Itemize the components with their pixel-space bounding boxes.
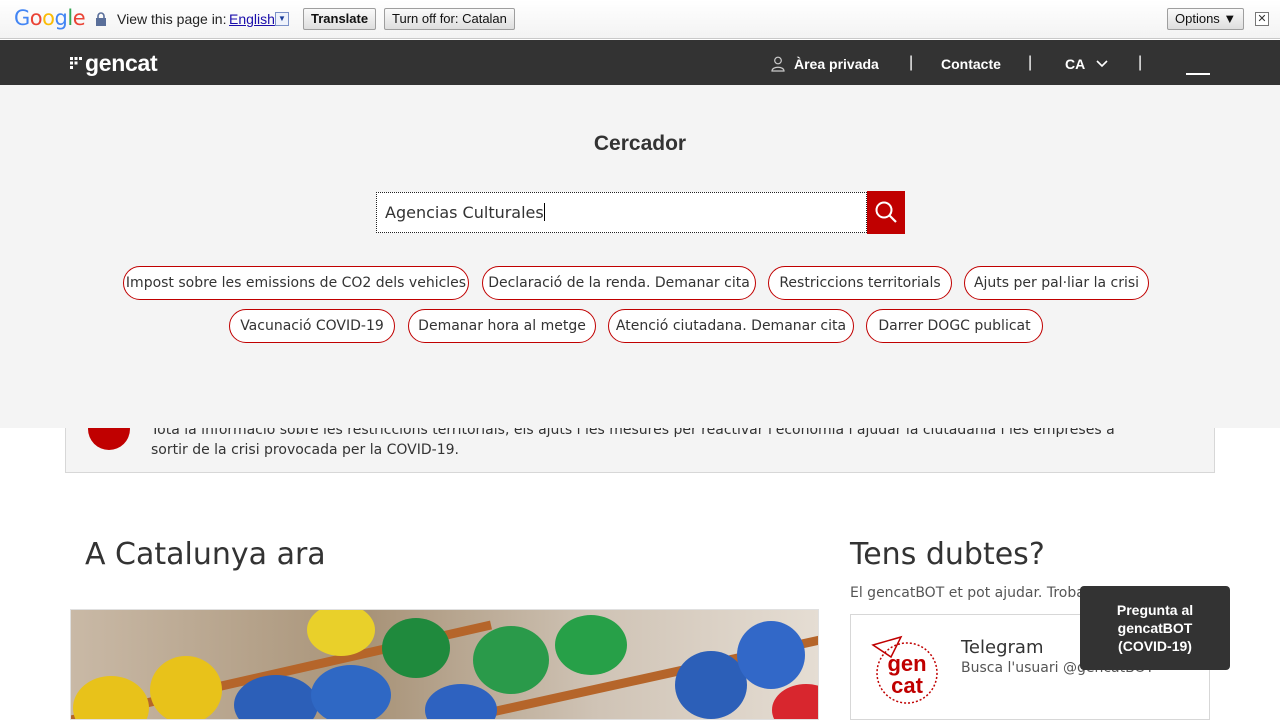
options-button[interactable]: Options ▼: [1167, 8, 1245, 30]
contacte-link[interactable]: Contacte: [941, 56, 1001, 72]
suggestion-chip[interactable]: Declaració de la renda. Demanar cita: [482, 266, 756, 300]
hero-image-abacus[interactable]: [70, 609, 819, 720]
suggestion-chip[interactable]: Demanar hora al metge: [408, 309, 596, 343]
area-privada-label: Àrea privada: [794, 56, 879, 72]
google-logo: Google: [14, 6, 86, 30]
separator: |: [1028, 54, 1033, 71]
close-icon[interactable]: ✕: [1255, 12, 1269, 26]
gencat-telegram-logo-icon: gen cat: [871, 635, 938, 704]
separator: |: [1138, 54, 1143, 71]
language-link[interactable]: English: [229, 11, 275, 27]
separator: |: [909, 54, 914, 71]
telegram-title: Telegram: [961, 637, 1044, 658]
chevron-down-icon: [1096, 60, 1108, 68]
gencatbot-subtitle: El gencatBOT et pot ajudar. Troba'l a: [850, 585, 1106, 601]
search-title: Cercador: [593, 132, 687, 155]
tooltip-line: gencatBOT: [1117, 620, 1193, 636]
logo-cat-text: cat: [891, 673, 923, 698]
language-selector[interactable]: CA: [1065, 56, 1108, 72]
user-icon: [771, 56, 785, 72]
language-dropdown-arrow-icon[interactable]: ▼: [275, 12, 289, 26]
view-page-label: View this page in:: [117, 11, 227, 27]
abacus-illustration: [71, 610, 818, 719]
suggestion-chip[interactable]: Vacunació COVID-19: [229, 309, 395, 343]
suggestion-chip[interactable]: Darrer DOGC publicat: [866, 309, 1043, 343]
gencat-logo[interactable]: gencat: [70, 50, 158, 77]
section-title-tens-dubtes: Tens dubtes?: [850, 537, 1045, 572]
search-panel: Cercador Agencias Culturales Impost sobr…: [0, 85, 1280, 428]
language-label: CA: [1065, 56, 1085, 72]
turn-off-button[interactable]: Turn off for: Catalan: [384, 8, 515, 30]
gencatbot-tooltip[interactable]: Pregunta al gencatBOT (COVID-19): [1080, 586, 1230, 670]
text-caret: [543, 203, 545, 221]
translate-button[interactable]: Translate: [303, 8, 377, 30]
logo-text: gencat: [85, 50, 158, 76]
section-title-catalunya-ara: A Catalunya ara: [85, 537, 326, 572]
search-icon: [875, 201, 897, 223]
tooltip-line: (COVID-19): [1118, 638, 1192, 654]
search-button[interactable]: [867, 191, 905, 234]
suggestion-chip[interactable]: Atenció ciutadana. Demanar cita: [608, 309, 854, 343]
menu-icon[interactable]: [1186, 73, 1210, 75]
lock-icon: [96, 12, 106, 26]
site-header: gencat Àrea privada | Contacte | CA |: [0, 40, 1280, 85]
area-privada-link[interactable]: Àrea privada: [771, 56, 879, 72]
suggestion-chip[interactable]: Ajuts per pal·liar la crisi: [964, 266, 1149, 300]
search-query-text: Agencias Culturales: [385, 203, 544, 222]
tooltip-line: Pregunta al: [1116, 602, 1194, 618]
translate-bar: Google View this page in: English ▼ Tran…: [0, 0, 1280, 39]
logo-dots-icon: [70, 57, 82, 69]
suggestion-chip[interactable]: Impost sobre les emissions de CO2 dels v…: [123, 266, 469, 300]
search-input[interactable]: Agencias Culturales: [376, 192, 867, 233]
suggestion-chip[interactable]: Restriccions territorials: [768, 266, 952, 300]
